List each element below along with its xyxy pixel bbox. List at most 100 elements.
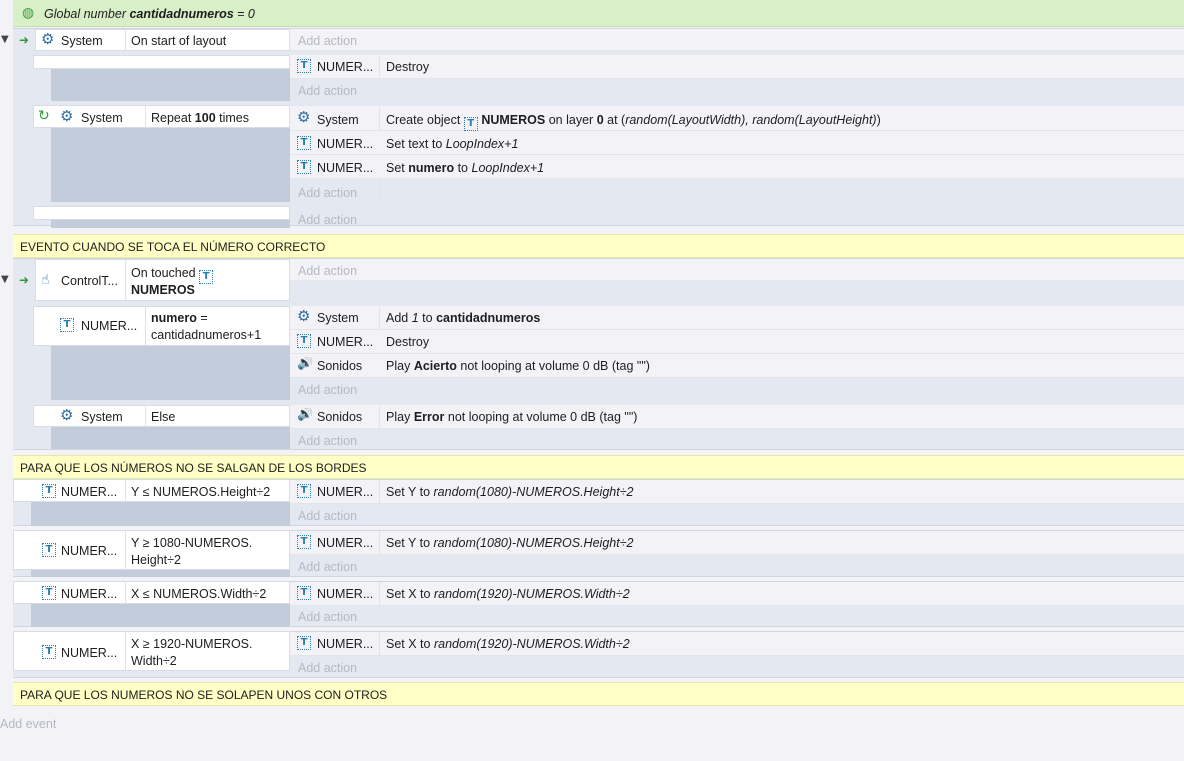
action-object-name: NUMER... [317,536,374,550]
add-action-link[interactable]: Add action [298,509,357,523]
action-text-add: Add 1 to cantidadnumeros [386,311,541,325]
divider [379,56,380,78]
comment-row[interactable]: PARA QUE LOS NUMEROS NO SE SOLAPEN UNOS … [13,682,1184,706]
text-object-icon: T [297,136,311,150]
action-text-destroy: Destroy [386,335,430,349]
trigger-arrow-icon: ➜ [19,273,30,287]
action-object-name: NUMER... [317,637,374,651]
action-object-name: System [317,311,359,325]
action-object-name: System [317,113,359,127]
globe-icon: ◍ [22,5,35,21]
condition-object-name: NUMER... [61,646,118,660]
divider [145,106,146,127]
action-text-set-var: Set numero to LoopIndex+1 [386,161,545,175]
sub-event-bar [51,128,290,202]
action-row[interactable] [290,29,1184,51]
sub-event-bar [51,220,290,228]
text-object-icon: T [297,160,311,174]
condition-text-line1: X ≥ 1920-NUMEROS. [131,637,253,651]
action-text: Set X to random(1920)-NUMEROS.Width÷2 [386,587,630,601]
text-object-icon: T [297,586,311,600]
divider [125,30,126,50]
condition-text-line2: NUMEROS [131,283,195,297]
action-object-name: NUMER... [317,161,374,175]
text-object-icon: T [42,586,56,600]
action-object-name: NUMER... [317,60,374,74]
condition-text: Repeat 100 times [151,111,250,125]
add-action-link[interactable]: Add action [298,84,357,98]
condition-object-name: NUMER... [61,587,118,601]
condition-text: On start of layout [131,34,227,48]
touch-hand-icon: ☝ [41,272,50,288]
divider [125,582,126,603]
add-action-link[interactable]: Add action [298,213,357,227]
collapse-triangle-icon[interactable]: ▼ [1,274,9,285]
sub-event-empty-condition[interactable] [33,206,290,220]
sub-event-bar [31,604,290,627]
speaker-icon: 🔊 [297,357,314,371]
add-action-link[interactable]: Add action [298,434,357,448]
condition-text-line1: numero = [151,311,208,325]
condition-text: Else [151,410,176,424]
divider [145,406,146,426]
add-action-link[interactable]: Add action [298,264,357,278]
condition-object-name: NUMER... [81,319,138,333]
add-action-link[interactable]: Add action [298,383,357,397]
divider [125,480,126,501]
add-action-link[interactable]: Add action [298,34,357,48]
condition-text-line2: Height÷2 [131,553,181,567]
text-object-icon: T [42,543,56,557]
action-row[interactable] [290,259,1184,281]
condition-text: X ≤ NUMEROS.Width÷2 [131,587,267,601]
condition-object-name: ControlT... [61,274,118,288]
text-object-icon: T [297,636,311,650]
add-event-link[interactable]: Add event [0,717,56,731]
divider [125,632,126,670]
action-object-name: NUMER... [317,485,374,499]
condition-text: Y ≤ NUMEROS.Height÷2 [131,485,271,499]
divider [125,260,126,300]
comment-row[interactable]: PARA QUE LOS NÚMEROS NO SE SALGAN DE LOS… [13,455,1184,479]
action-text-play: Play Acierto not looping at volume 0 dB … [386,359,650,373]
text-object-icon: T [42,484,56,498]
text-object-icon: T [297,535,311,549]
sub-event-bar [51,69,290,101]
text-object-icon: T [60,318,74,332]
text-object-icon: T [199,270,214,284]
action-text: Set Y to random(1080)-NUMEROS.Height÷2 [386,536,634,550]
text-object-icon: T [297,59,311,73]
sub-event-bar [31,502,290,526]
text-object-icon: T [42,645,56,659]
divider [125,531,126,569]
gear-icon: ⚙ [41,32,55,46]
action-object-name: NUMER... [317,335,374,349]
divider [379,406,380,428]
global-variable-text[interactable]: Global number cantidadnumeros = 0 [44,7,255,21]
add-action-link[interactable]: Add action [298,610,357,624]
sub-event-empty-condition[interactable] [33,55,290,69]
action-object-name: NUMER... [317,137,374,151]
gear-icon: ⚙ [297,309,311,323]
divider [145,307,146,345]
divider [379,582,380,606]
add-action-link[interactable]: Add action [298,186,357,200]
action-object-name: Sonidos [317,359,363,373]
divider [379,480,380,504]
action-text-play: Play Error not looping at volume 0 dB (t… [386,410,638,424]
speaker-icon: 🔊 [297,408,314,422]
condition-object-name: System [81,111,123,125]
loop-icon: ↻ [38,108,50,124]
action-text: Set Y to random(1080)-NUMEROS.Height÷2 [386,485,634,499]
condition-text-line2: Width÷2 [131,654,177,668]
add-action-link[interactable]: Add action [298,661,357,675]
action-text: Destroy [386,60,430,74]
text-object-icon: T [297,334,311,348]
gear-icon: ⚙ [60,408,74,422]
action-text-create-object: Create object T NUMEROS on layer 0 at (r… [386,113,881,131]
collapse-triangle-icon[interactable]: ▼ [1,34,9,45]
add-action-link[interactable]: Add action [298,560,357,574]
text-object-icon: T [297,484,311,498]
comment-row[interactable]: EVENTO CUANDO SE TOCA EL NÚMERO CORRECTO [13,234,1184,258]
condition-object-name: NUMER... [61,544,118,558]
divider [379,531,380,555]
